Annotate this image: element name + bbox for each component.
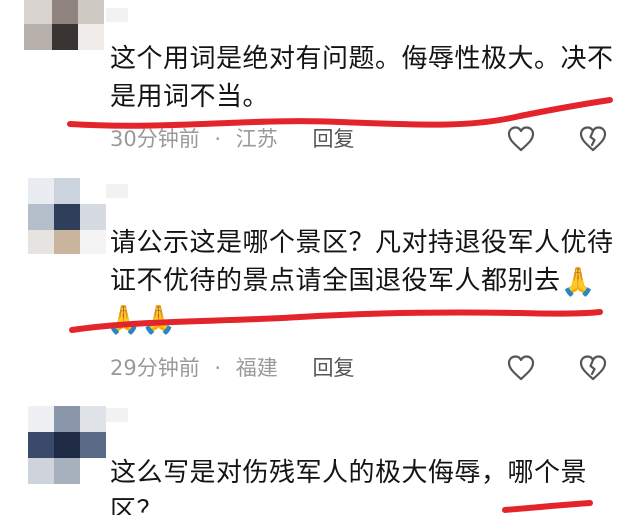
- comment-text-line: 区？: [110, 496, 164, 515]
- comment-text: 这个用词是绝对有问题。侮辱性极大。决不 是用词不当。: [110, 40, 620, 116]
- meta-separator: ·: [214, 356, 222, 380]
- comment-time: 29分钟前: [110, 356, 200, 380]
- comment-meta: 29分钟前 · 福建 回复: [110, 356, 354, 380]
- comment-text-fragment: 证不优待的景点请全国退役军人都别去: [110, 266, 561, 296]
- avatar[interactable]: [24, 0, 104, 54]
- comment-location: 江苏: [235, 127, 278, 151]
- comment-text-line: 是用词不当。: [110, 82, 270, 112]
- comment-location: 福建: [235, 356, 278, 380]
- broken-heart-icon[interactable]: [578, 124, 608, 154]
- heart-outline-icon[interactable]: [506, 353, 536, 383]
- comment-text-line: 🙏🙏: [106, 300, 635, 338]
- comment-text: 请公示这是哪个景区？凡对持退役军人优待 证不优待的景点请全国退役军人都别去🙏 🙏…: [106, 224, 635, 338]
- comment-time: 30分钟前: [110, 127, 200, 151]
- comment-item-1: 这个用词是绝对有问题。侮辱性极大。决不 是用词不当。 30分钟前 · 江苏 回复: [0, 0, 640, 170]
- folded-hands-emoji: 🙏🙏: [106, 302, 177, 336]
- comment-feed: 这个用词是绝对有问题。侮辱性极大。决不 是用词不当。 30分钟前 · 江苏 回复: [0, 0, 640, 515]
- comment-text: 这么写是对伤残军人的极大侮辱，哪个景 区？: [110, 454, 620, 515]
- meta-separator: ·: [214, 127, 222, 151]
- reply-button[interactable]: 回复: [312, 356, 354, 380]
- comment-text-line: 请公示这是哪个景区？凡对持退役军人优待: [110, 228, 614, 258]
- avatar[interactable]: [28, 406, 106, 484]
- comment-text-line: 证不优待的景点请全国退役军人都别去🙏: [110, 262, 635, 300]
- comment-item-3: 这么写是对伤残军人的极大侮辱，哪个景 区？: [0, 402, 640, 515]
- comment-text-line: 这个用词是绝对有问题。侮辱性极大。决不: [110, 44, 614, 74]
- heart-outline-icon[interactable]: [506, 124, 536, 154]
- folded-hands-emoji: 🙏: [560, 264, 596, 298]
- comment-meta: 30分钟前 · 江苏 回复: [110, 127, 354, 151]
- broken-heart-icon[interactable]: [578, 353, 608, 383]
- username-placeholder[interactable]: [106, 8, 128, 22]
- username-placeholder[interactable]: [106, 184, 128, 198]
- comment-text-line: 这么写是对伤残军人的极大侮辱，哪个景: [110, 458, 588, 488]
- username-placeholder[interactable]: [106, 408, 128, 422]
- reply-button[interactable]: 回复: [312, 127, 354, 151]
- comment-item-2: 请公示这是哪个景区？凡对持退役军人优待 证不优待的景点请全国退役军人都别去🙏 🙏…: [0, 176, 640, 391]
- avatar[interactable]: [28, 178, 106, 254]
